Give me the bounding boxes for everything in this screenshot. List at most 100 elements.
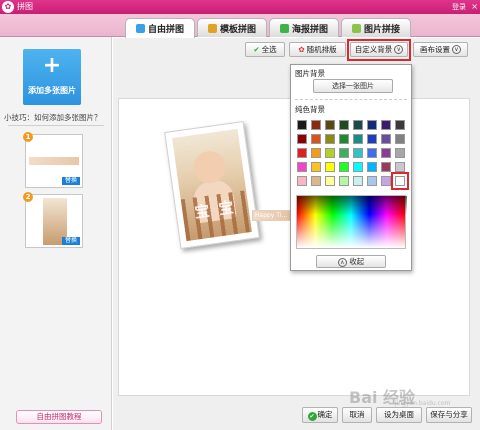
app-title: 拼图 [17, 2, 33, 11]
title-bar: ✿ 拼图 登录 × [0, 0, 480, 14]
highlight-frame [347, 39, 411, 61]
divider [8, 125, 104, 126]
random-layout-button[interactable]: ✿ 随机排版 [289, 42, 346, 57]
photo-frame[interactable]: 宝 宝 [164, 121, 260, 249]
color-swatch[interactable] [339, 120, 349, 130]
color-swatch[interactable] [353, 148, 363, 158]
color-swatch[interactable] [353, 120, 363, 130]
color-swatch[interactable] [367, 134, 377, 144]
replace-button[interactable]: 替换 [61, 177, 80, 185]
divider [295, 99, 407, 100]
tip-link[interactable]: 小技巧：如何添加多张图片？ [4, 112, 102, 123]
color-swatch[interactable] [381, 148, 391, 158]
color-swatch[interactable] [381, 176, 391, 186]
tab-label: 自由拼图 [147, 25, 184, 35]
tab-stitch[interactable]: 图片拼接 [341, 18, 411, 37]
color-swatch[interactable] [339, 134, 349, 144]
tab-label: 海报拼图 [291, 24, 328, 35]
thumbnail-1[interactable]: 1 替换 [23, 132, 83, 188]
add-images-button[interactable]: + 添加多张图片 [23, 49, 81, 105]
tutorial-button[interactable]: 自由拼图教程 [16, 410, 102, 424]
color-swatch[interactable] [367, 176, 377, 186]
color-swatch[interactable] [381, 134, 391, 144]
ok-label: 确定 [317, 410, 333, 419]
select-all-label: 全选 [261, 45, 277, 54]
color-swatch[interactable] [311, 162, 321, 172]
color-spectrum[interactable] [296, 195, 407, 250]
color-swatches [295, 118, 409, 190]
template-icon [207, 23, 217, 33]
collapse-button[interactable]: ∧ 收起 [316, 255, 386, 268]
color-swatch[interactable] [325, 176, 335, 186]
color-swatch[interactable] [297, 134, 307, 144]
tab-strip: 自由拼图 模板拼图 海报拼图 图片拼接 [0, 14, 480, 38]
tab-template[interactable]: 模板拼图 [197, 18, 267, 37]
color-swatch[interactable] [325, 120, 335, 130]
stitch-icon [351, 23, 361, 33]
main-area: ✔ 全选 ✿ 随机排版 自定义背景 ∨ 画布设置 ∨ 宝 宝 Happy Ti.… [113, 38, 480, 430]
chevron-up-icon: ∧ [337, 258, 347, 267]
color-swatch[interactable] [339, 148, 349, 158]
poster-icon [279, 23, 289, 33]
collapse-label: 收起 [349, 257, 365, 266]
color-swatch[interactable] [311, 148, 321, 158]
color-swatch[interactable] [353, 134, 363, 144]
check-icon: ✔ [307, 412, 317, 421]
color-swatch[interactable] [297, 162, 307, 172]
color-swatch[interactable] [297, 148, 307, 158]
color-swatch[interactable] [339, 162, 349, 172]
thumbnail-number: 1 [23, 132, 33, 142]
solid-background-title: 纯色背景 [295, 105, 325, 114]
color-swatch[interactable] [311, 120, 321, 130]
color-swatch[interactable] [395, 120, 405, 130]
color-swatch[interactable] [353, 176, 363, 186]
image-background-title: 图片背景 [295, 69, 325, 78]
thumbnail-2[interactable]: 2 替换 [23, 192, 83, 248]
photo-strip[interactable]: Happy Ti... [252, 210, 292, 221]
canvas-settings-button[interactable]: 画布设置 ∨ [413, 42, 468, 57]
color-swatch[interactable] [325, 148, 335, 158]
color-swatch[interactable] [381, 120, 391, 130]
color-swatch[interactable] [297, 176, 307, 186]
tab-label: 图片拼接 [363, 24, 400, 35]
color-swatch[interactable] [367, 148, 377, 158]
choose-image-button[interactable]: 选择一张图片 [313, 79, 393, 93]
close-icon[interactable]: × [471, 1, 478, 13]
color-swatch[interactable] [325, 162, 335, 172]
color-swatch[interactable] [339, 176, 349, 186]
color-swatch[interactable] [395, 148, 405, 158]
chevron-down-icon: ∨ [452, 45, 461, 54]
app-logo-icon: ✿ [2, 1, 14, 13]
color-swatch[interactable] [381, 162, 391, 172]
shuffle-icon: ✿ [298, 45, 305, 54]
watermark-url: jingyan.baidu.com [395, 400, 451, 407]
canvas-settings-label: 画布设置 [420, 45, 450, 54]
replace-button[interactable]: 替换 [61, 237, 80, 245]
color-swatch[interactable] [367, 162, 377, 172]
tutorial-label: 自由拼图教程 [36, 412, 82, 421]
color-swatch[interactable] [353, 162, 363, 172]
color-swatch[interactable] [395, 134, 405, 144]
free-collage-icon [135, 24, 145, 33]
login-link[interactable]: 登录 [452, 1, 466, 13]
selected-swatch-highlight [391, 172, 409, 190]
select-all-button[interactable]: ✔ 全选 [245, 42, 285, 57]
color-swatch[interactable] [325, 134, 335, 144]
baby-face [191, 149, 228, 186]
color-swatch[interactable] [367, 120, 377, 130]
thumbnail-image [29, 157, 79, 165]
save-share-button[interactable]: 保存与分享 [426, 407, 472, 423]
tab-free-collage[interactable]: 自由拼图 [125, 18, 195, 38]
background-dropdown: 图片背景 选择一张图片 纯色背景 ∧ 收起 [290, 64, 412, 271]
baby-photo: 宝 宝 [172, 128, 252, 242]
tab-label: 模板拼图 [219, 24, 256, 35]
sidebar: + 添加多张图片 小技巧：如何添加多张图片？ 1 替换 2 替换 自由拼图教程 [0, 37, 112, 430]
ok-button[interactable]: ✔ 确定 [302, 407, 338, 423]
color-swatch[interactable] [395, 162, 405, 172]
set-desktop-button[interactable]: 设为桌面 [376, 407, 422, 423]
color-swatch[interactable] [311, 134, 321, 144]
color-swatch[interactable] [297, 120, 307, 130]
color-swatch[interactable] [311, 176, 321, 186]
tab-poster[interactable]: 海报拼图 [269, 18, 339, 37]
cancel-button[interactable]: 取消 [342, 407, 372, 423]
